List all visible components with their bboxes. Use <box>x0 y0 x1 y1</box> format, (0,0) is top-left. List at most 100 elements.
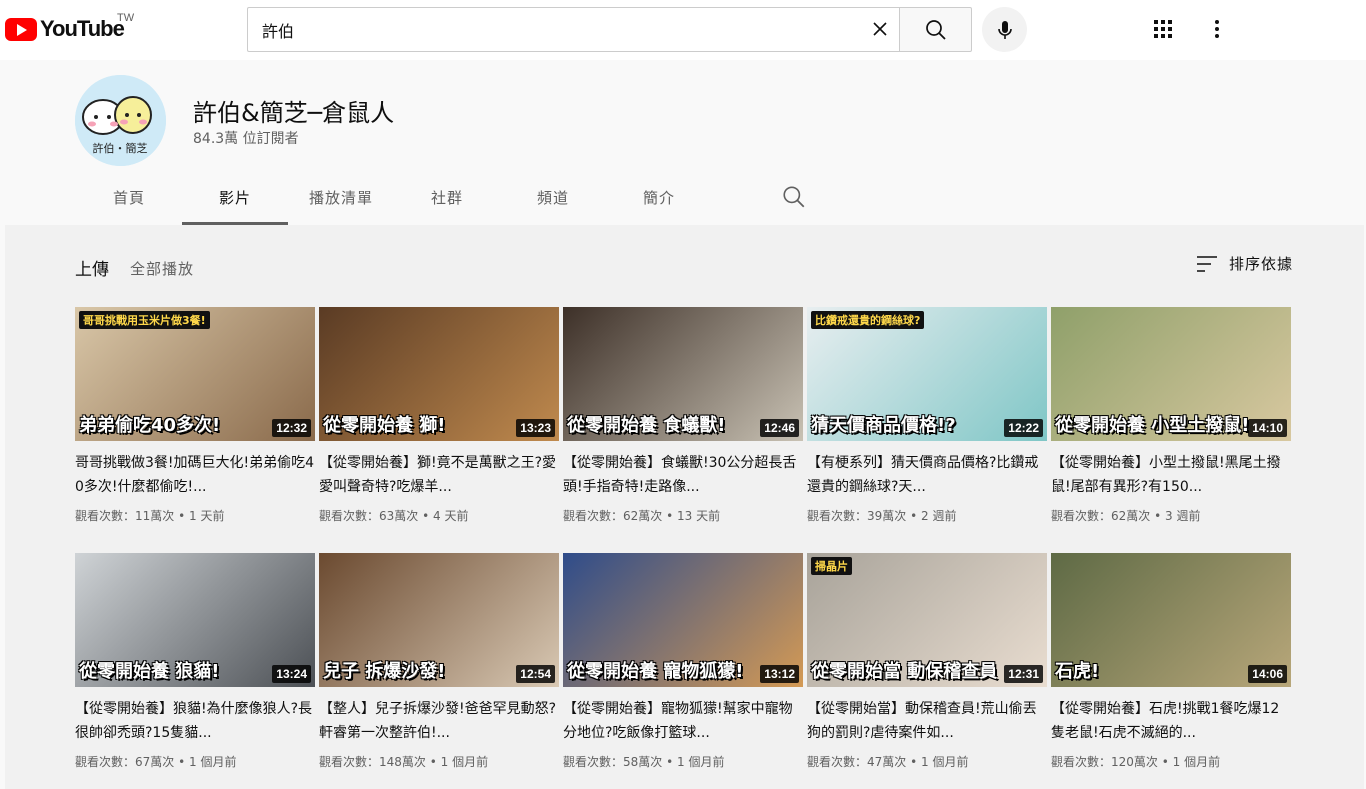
video-card[interactable]: 石虎! 14:06 【從零開始養】石虎!挑戰1餐吃爆12隻老鼠!石虎不滅絕的... 觀… <box>1051 553 1291 789</box>
upload-age: 1 個月前 <box>189 755 237 769</box>
play-all-button[interactable]: 全部播放 <box>130 258 194 279</box>
meta-separator: • <box>425 755 441 769</box>
view-count: 觀看次數：120萬次 <box>1051 755 1158 769</box>
videos-section: 上傳 全部播放 排序依據 哥哥挑戰用玉米片做3餐! 弟弟偷吃40多次! 12:32 哥… <box>5 225 1364 789</box>
search-input[interactable] <box>248 8 838 51</box>
meta-separator: • <box>418 509 433 523</box>
thumbnail-caption: 從零開始當 動保稽查員 <box>811 661 998 682</box>
video-duration: 14:10 <box>1248 419 1287 437</box>
search-button[interactable] <box>899 7 972 52</box>
region-code: TW <box>117 12 135 24</box>
video-duration: 13:24 <box>272 665 311 683</box>
video-thumbnail[interactable]: 哥哥挑戰用玉米片做3餐! 弟弟偷吃40多次! 12:32 <box>75 307 315 441</box>
tab-channels[interactable]: 頻道 <box>500 178 606 225</box>
meta-separator: • <box>174 509 189 523</box>
meta-separator: • <box>906 755 921 769</box>
channel-title: 許伯&簡芝─倉鼠人 <box>193 99 395 127</box>
meta-separator: • <box>906 509 921 523</box>
tab-community[interactable]: 社群 <box>394 178 500 225</box>
channel-header: 許伯・簡芝 許伯&簡芝─倉鼠人 84.3萬 位訂閱者 首頁 影片 播放清單 社群… <box>5 60 1364 225</box>
thumbnail-caption: 從零開始養 食蟻獸! <box>567 415 726 436</box>
video-duration: 12:32 <box>272 419 311 437</box>
search-box <box>247 7 900 52</box>
youtube-logo[interactable]: YouTube TW <box>5 12 134 43</box>
video-title[interactable]: 【從零開始養】食蟻獸!30公分超長舌頭!手指奇特!走路像... <box>563 451 803 499</box>
upload-age: 1 天前 <box>189 509 225 523</box>
sort-label: 排序依據 <box>1229 255 1294 273</box>
upload-age: 1 個月前 <box>677 755 725 769</box>
search-icon <box>783 186 805 208</box>
thumbnail-caption: 猜天價商品價格!? <box>811 415 956 436</box>
upload-age: 1 個月前 <box>921 755 969 769</box>
video-thumbnail[interactable]: 石虎! 14:06 <box>1051 553 1291 687</box>
video-title[interactable]: 【有梗系列】猜天價商品價格?比鑽戒還貴的鋼絲球?天... <box>807 451 1047 499</box>
upload-age: 2 週前 <box>921 509 957 523</box>
video-title[interactable]: 【從零開始養】石虎!挑戰1餐吃爆12隻老鼠!石虎不滅絕的... <box>1051 697 1291 745</box>
video-meta: 觀看次數：58萬次 • 1 個月前 <box>563 753 803 770</box>
video-meta: 觀看次數：148萬次 • 1 個月前 <box>319 753 559 770</box>
video-card[interactable]: 兒子 拆爆沙發! 12:54 【整人】兒子拆爆沙發!爸爸罕見動怒?軒睿第一次整許伯!… <box>319 553 559 789</box>
tab-videos[interactable]: 影片 <box>182 178 288 225</box>
tab-playlists[interactable]: 播放清單 <box>288 178 394 225</box>
video-card[interactable]: 哥哥挑戰用玉米片做3餐! 弟弟偷吃40多次! 12:32 哥哥挑戰做3餐!加碼巨大化!… <box>75 307 315 544</box>
channel-search-button[interactable] <box>781 184 807 210</box>
video-thumbnail[interactable]: 比鑽戒還貴的鋼絲球? 猜天價商品價格!? 12:22 <box>807 307 1047 441</box>
logo-text: YouTube <box>40 16 125 41</box>
thumbnail-caption: 從零開始養 寵物狐獴! <box>567 661 744 682</box>
video-thumbnail[interactable]: 從零開始養 小型土撥鼠! 14:10 <box>1051 307 1291 441</box>
upload-age: 4 天前 <box>433 509 469 523</box>
video-card[interactable]: 從零開始養 小型土撥鼠! 14:10 【從零開始養】小型土撥鼠!黑尾土撥鼠!尾部有異… <box>1051 307 1291 544</box>
video-duration: 12:46 <box>760 419 799 437</box>
more-vert-icon <box>1215 20 1219 38</box>
video-card[interactable]: 掃晶片 從零開始當 動保稽查員 12:31 【從零開始當】動保稽查員!荒山偷丟狗的罰則… <box>807 553 1047 789</box>
video-duration: 14:06 <box>1248 665 1287 683</box>
video-meta: 觀看次數：62萬次 • 13 天前 <box>563 507 803 524</box>
video-duration: 13:23 <box>516 419 555 437</box>
subscriber-count: 84.3萬 位訂閱者 <box>193 131 299 147</box>
video-card[interactable]: 從零開始養 食蟻獸! 12:46 【從零開始養】食蟻獸!30公分超長舌頭!手指奇特!… <box>563 307 803 544</box>
video-title[interactable]: 【整人】兒子拆爆沙發!爸爸罕見動怒?軒睿第一次整許伯!... <box>319 697 559 745</box>
video-duration: 13:12 <box>760 665 799 683</box>
video-thumbnail[interactable]: 從零開始養 食蟻獸! 12:46 <box>563 307 803 441</box>
upload-age: 3 週前 <box>1165 509 1201 523</box>
view-count: 觀看次數：47萬次 <box>807 755 907 769</box>
video-thumbnail[interactable]: 從零開始養 寵物狐獴! 13:12 <box>563 553 803 687</box>
view-count: 觀看次數：62萬次 <box>563 509 663 523</box>
view-count: 觀看次數：67萬次 <box>75 755 175 769</box>
video-thumbnail[interactable]: 兒子 拆爆沙發! 12:54 <box>319 553 559 687</box>
video-thumbnail[interactable]: 從零開始養 狼貓! 13:24 <box>75 553 315 687</box>
view-count: 觀看次數：11萬次 <box>75 509 175 523</box>
tab-about[interactable]: 簡介 <box>606 178 712 225</box>
video-title[interactable]: 【從零開始養】小型土撥鼠!黑尾土撥鼠!尾部有異形?有150... <box>1051 451 1291 499</box>
thumbnail-tag: 哥哥挑戰用玉米片做3餐! <box>79 311 210 329</box>
video-duration: 12:31 <box>1004 665 1043 683</box>
video-card[interactable]: 從零開始養 寵物狐獴! 13:12 【從零開始養】寵物狐獴!幫家中寵物分地位?吃飯像… <box>563 553 803 789</box>
apps-grid-icon <box>1154 20 1172 38</box>
video-thumbnail[interactable]: 掃晶片 從零開始當 動保稽查員 12:31 <box>807 553 1047 687</box>
upload-age: 1 個月前 <box>1172 755 1221 769</box>
video-card[interactable]: 從零開始養 獅! 13:23 【從零開始養】獅!竟不是萬獸之王?愛愛叫聲奇特?吃爆羊… <box>319 307 559 544</box>
voice-search-button[interactable] <box>982 7 1027 52</box>
apps-button[interactable] <box>1150 16 1176 42</box>
video-meta: 觀看次數：47萬次 • 1 個月前 <box>807 753 1047 770</box>
microphone-icon <box>997 20 1012 39</box>
video-title[interactable]: 哥哥挑戰做3餐!加碼巨大化!弟弟偷吃40多次!什麼都偷吃!... <box>75 451 315 499</box>
thumbnail-caption: 弟弟偷吃40多次! <box>79 415 221 436</box>
channel-avatar[interactable]: 許伯・簡芝 <box>75 75 166 166</box>
video-title[interactable]: 【從零開始養】寵物狐獴!幫家中寵物分地位?吃飯像打籃球... <box>563 697 803 745</box>
tab-home[interactable]: 首頁 <box>76 178 182 225</box>
video-title[interactable]: 【從零開始當】動保稽查員!荒山偷丟狗的罰則?虐待案件如... <box>807 697 1047 745</box>
hamster-logo-icon: 許伯・簡芝 <box>75 75 166 166</box>
video-card[interactable]: 從零開始養 狼貓! 13:24 【從零開始養】狼貓!為什麼像狼人?長很帥卻禿頭?15… <box>75 553 315 789</box>
more-options-button[interactable] <box>1205 16 1229 42</box>
video-meta: 觀看次數：63萬次 • 4 天前 <box>319 507 559 524</box>
sort-button[interactable]: 排序依據 <box>1195 253 1293 274</box>
view-count: 觀看次數：63萬次 <box>319 509 419 523</box>
video-title[interactable]: 【從零開始養】狼貓!為什麼像狼人?長很帥卻禿頭?15隻貓... <box>75 697 315 745</box>
video-card[interactable]: 比鑽戒還貴的鋼絲球? 猜天價商品價格!? 12:22 【有梗系列】猜天價商品價格?比鑽… <box>807 307 1047 544</box>
video-thumbnail[interactable]: 從零開始養 獅! 13:23 <box>319 307 559 441</box>
video-title[interactable]: 【從零開始養】獅!竟不是萬獸之王?愛愛叫聲奇特?吃爆羊... <box>319 451 559 499</box>
top-bar: YouTube TW <box>0 0 1366 60</box>
clear-search-icon[interactable] <box>868 17 892 41</box>
video-meta: 觀看次數：120萬次 • 1 個月前 <box>1051 753 1291 770</box>
